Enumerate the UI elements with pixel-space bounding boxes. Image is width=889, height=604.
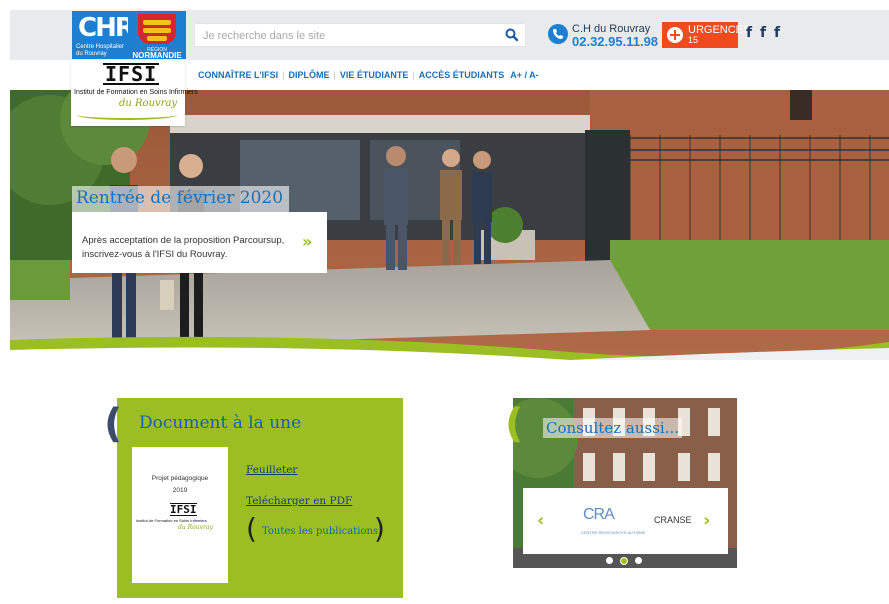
nav-separator: |: [333, 70, 336, 80]
bracket-decoration: (: [505, 401, 524, 447]
chevron-left-icon[interactable]: ‹: [537, 510, 544, 531]
paren-right-decoration: ): [374, 512, 385, 545]
nav-item-vie-etudiante[interactable]: VIE ÉTUDIANTE: [340, 70, 409, 80]
cover-institute: Institut de Formation en Soins Infirmier…: [136, 518, 207, 523]
all-publications-link[interactable]: Toutes les publications: [262, 526, 378, 537]
ifsi-full-name: Institut de Formation en Soins Infirmier…: [74, 89, 198, 96]
search-icon: [505, 28, 519, 42]
ifsi-acronym: IFSI: [103, 62, 160, 86]
cover-script: du Rouvray: [178, 524, 213, 531]
main-nav: CONNAÎTRE L'IFSI | DIPLÔME | VIE ÉTUDIANTE | A…: [198, 70, 539, 80]
chevron-right-icon[interactable]: ›: [703, 510, 710, 531]
facebook-icon[interactable]: f: [760, 25, 766, 41]
hero-card[interactable]: Après acceptation de la proposition Parc…: [72, 212, 327, 273]
nav-item-diplome[interactable]: DIPLÔME: [288, 70, 329, 80]
cra-logo[interactable]: CRA: [583, 506, 615, 524]
hero-text: Après acceptation de la proposition Parc…: [82, 235, 285, 260]
ifsi-swoosh: [77, 110, 177, 120]
urgences-number: 15: [688, 35, 699, 45]
cover-year: 2019: [172, 487, 188, 494]
hospital-phone[interactable]: 02.32.95.11.98: [572, 34, 658, 49]
carousel-dot[interactable]: [635, 557, 642, 564]
hero-title[interactable]: Rentrée de février 2020: [72, 186, 290, 212]
ifsi-logo[interactable]: IFSI Institut de Formation en Soins Infi…: [71, 60, 198, 126]
carousel-dot[interactable]: [606, 557, 613, 564]
ifsi-script: du Rouvray: [119, 98, 178, 109]
consultez-title: Consultez aussi...: [543, 418, 683, 438]
document-cover[interactable]: Projet pédagogique 2019 IFSI Institut de…: [132, 447, 228, 583]
facebook-icon[interactable]: f: [746, 25, 752, 41]
normandie-shield-icon: [138, 14, 176, 44]
bracket-decoration: (: [104, 401, 123, 447]
carousel-dot-active[interactable]: [620, 557, 628, 565]
phone-icon: [548, 24, 568, 44]
read-document-link[interactable]: Feuilleter: [246, 464, 297, 476]
normandie-caption: RÉGION NORMANDIE: [132, 47, 182, 60]
font-size-toggle[interactable]: A+ / A-: [504, 70, 538, 80]
partner-carousel: ‹ CRA CENTRE RESSOURCES AUTISME CRANSE ›: [523, 488, 728, 554]
download-pdf-link[interactable]: Telécharger en PDF: [246, 495, 352, 507]
urgences-button[interactable]: URGENCES 15: [662, 22, 750, 48]
search-button[interactable]: [503, 26, 521, 44]
search-box: [194, 23, 526, 47]
cover-title: Projet pédagogique: [151, 475, 209, 482]
nav-separator: |: [282, 70, 285, 80]
cranse-link[interactable]: CRANSE: [654, 515, 692, 525]
nav-item-acces-etudiants[interactable]: ACCÈS ÉTUDIANTS: [419, 70, 505, 80]
chr-logo-mark: CHR: [78, 13, 135, 43]
normandie-logo[interactable]: RÉGION NORMANDIE: [128, 11, 186, 60]
search-input[interactable]: [201, 26, 495, 46]
chr-logo-caption: Centre Hospitalier du Rouvray: [76, 44, 125, 57]
paren-left-decoration: (: [246, 512, 257, 545]
facebook-icon[interactable]: f: [774, 25, 780, 41]
plus-icon: [667, 27, 683, 43]
cover-acronym: IFSI: [170, 503, 197, 516]
double-chevron-right-icon[interactable]: »: [302, 232, 312, 251]
chr-logo[interactable]: CHR Centre Hospitalier du Rouvray: [72, 11, 135, 59]
featured-document-title: Document à la une: [139, 413, 302, 433]
nav-item-connaitre[interactable]: CONNAÎTRE L'IFSI: [198, 70, 278, 80]
nav-separator: |: [412, 70, 415, 80]
cra-logo-subtitle: CENTRE RESSOURCES AUTISME: [581, 530, 646, 535]
